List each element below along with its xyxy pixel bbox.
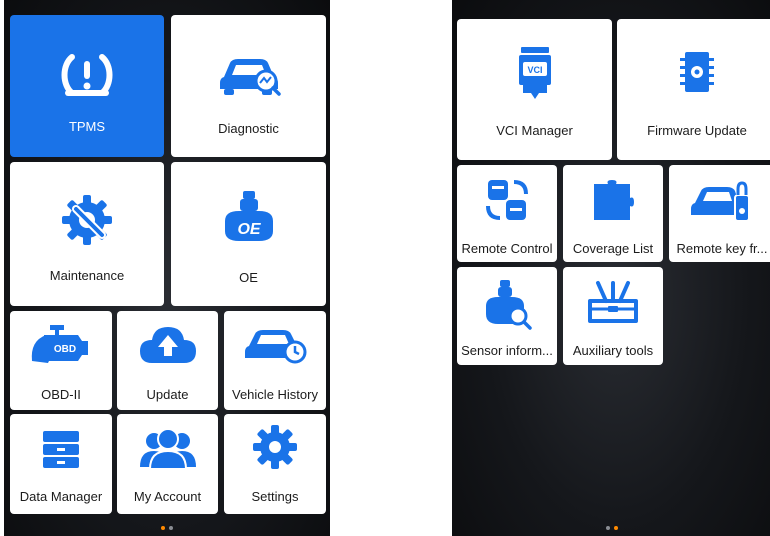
tile-remote-key[interactable]: Remote key fr... bbox=[669, 165, 770, 262]
tile-label: Data Manager bbox=[19, 489, 103, 504]
svg-text:OE: OE bbox=[237, 221, 261, 238]
tile-vci-manager[interactable]: VCI VCI Manager bbox=[457, 19, 612, 160]
tile-vehicle-history[interactable]: Vehicle History bbox=[224, 311, 326, 410]
tile-label: VCI Manager bbox=[496, 123, 573, 138]
vci-device-icon: VCI bbox=[457, 45, 612, 105]
tile-remote-control[interactable]: Remote Control bbox=[457, 165, 557, 262]
tile-label: Firmware Update bbox=[647, 123, 747, 138]
tile-label: Coverage List bbox=[572, 241, 654, 256]
car-diagnostic-icon bbox=[171, 49, 326, 99]
status-bar bbox=[4, 0, 330, 12]
tile-label: OE bbox=[239, 270, 258, 285]
svg-text:OBD: OBD bbox=[54, 344, 76, 355]
tile-label: Auxiliary tools bbox=[572, 343, 654, 358]
tile-obd-ii[interactable]: OBD OBD-II bbox=[10, 311, 112, 410]
remote-control-icon bbox=[457, 175, 557, 225]
chip-icon bbox=[617, 47, 770, 97]
tile-settings[interactable]: Settings bbox=[224, 414, 326, 514]
page-dot bbox=[605, 526, 610, 530]
tile-auxiliary-tools[interactable]: Auxiliary tools bbox=[563, 267, 663, 365]
page-indicator bbox=[4, 526, 330, 530]
left-device-screen: TPMS Diagnostic Maintenance OE OE OBD OB… bbox=[4, 0, 330, 536]
tile-label: Remote Control bbox=[461, 241, 553, 256]
page-dot-active bbox=[613, 526, 618, 530]
tile-label: Update bbox=[146, 387, 189, 402]
car-clock-icon bbox=[224, 323, 326, 365]
tile-firmware-update[interactable]: Firmware Update bbox=[617, 19, 770, 160]
tile-label: Vehicle History bbox=[232, 387, 318, 402]
tile-label: TPMS bbox=[68, 119, 106, 134]
tile-label: Maintenance bbox=[49, 268, 125, 283]
tile-diagnostic[interactable]: Diagnostic bbox=[171, 15, 326, 157]
users-icon bbox=[117, 424, 218, 472]
toolbox-icon bbox=[563, 277, 663, 329]
tile-maintenance[interactable]: Maintenance bbox=[10, 162, 164, 306]
tile-label: Sensor inform... bbox=[461, 343, 553, 358]
tile-update[interactable]: Update bbox=[117, 311, 218, 410]
car-key-icon bbox=[669, 177, 770, 223]
cloud-upload-icon bbox=[117, 323, 218, 365]
tpms-icon bbox=[10, 45, 164, 105]
tile-tpms[interactable]: TPMS bbox=[10, 15, 164, 157]
svg-text:VCI: VCI bbox=[527, 65, 542, 75]
page-dot-active bbox=[161, 526, 165, 530]
page-indicator bbox=[452, 526, 770, 530]
tile-label: Diagnostic bbox=[218, 121, 279, 136]
engine-obd-icon: OBD bbox=[10, 321, 112, 365]
status-bar bbox=[452, 0, 770, 12]
tile-coverage-list[interactable]: Coverage List bbox=[563, 165, 663, 262]
gear-wrench-icon bbox=[10, 190, 164, 250]
tile-label: Remote key fr... bbox=[676, 241, 768, 256]
tile-my-account[interactable]: My Account bbox=[117, 414, 218, 514]
tile-data-manager[interactable]: Data Manager bbox=[10, 414, 112, 514]
drawer-cabinet-icon bbox=[10, 426, 112, 472]
settings-gear-icon bbox=[224, 422, 326, 472]
right-device-screen: VCI VCI Manager Firmware Update Remote C… bbox=[452, 0, 770, 536]
puzzle-icon bbox=[563, 177, 663, 225]
tile-oe[interactable]: OE OE bbox=[171, 162, 326, 306]
oe-sensor-icon: OE bbox=[171, 186, 326, 246]
tile-label: OBD-II bbox=[41, 387, 81, 402]
tile-sensor-information[interactable]: Sensor inform... bbox=[457, 267, 557, 365]
page-dot bbox=[169, 526, 173, 530]
sensor-search-icon bbox=[457, 277, 557, 331]
tile-label: Settings bbox=[251, 489, 299, 504]
tile-label: My Account bbox=[133, 489, 202, 504]
